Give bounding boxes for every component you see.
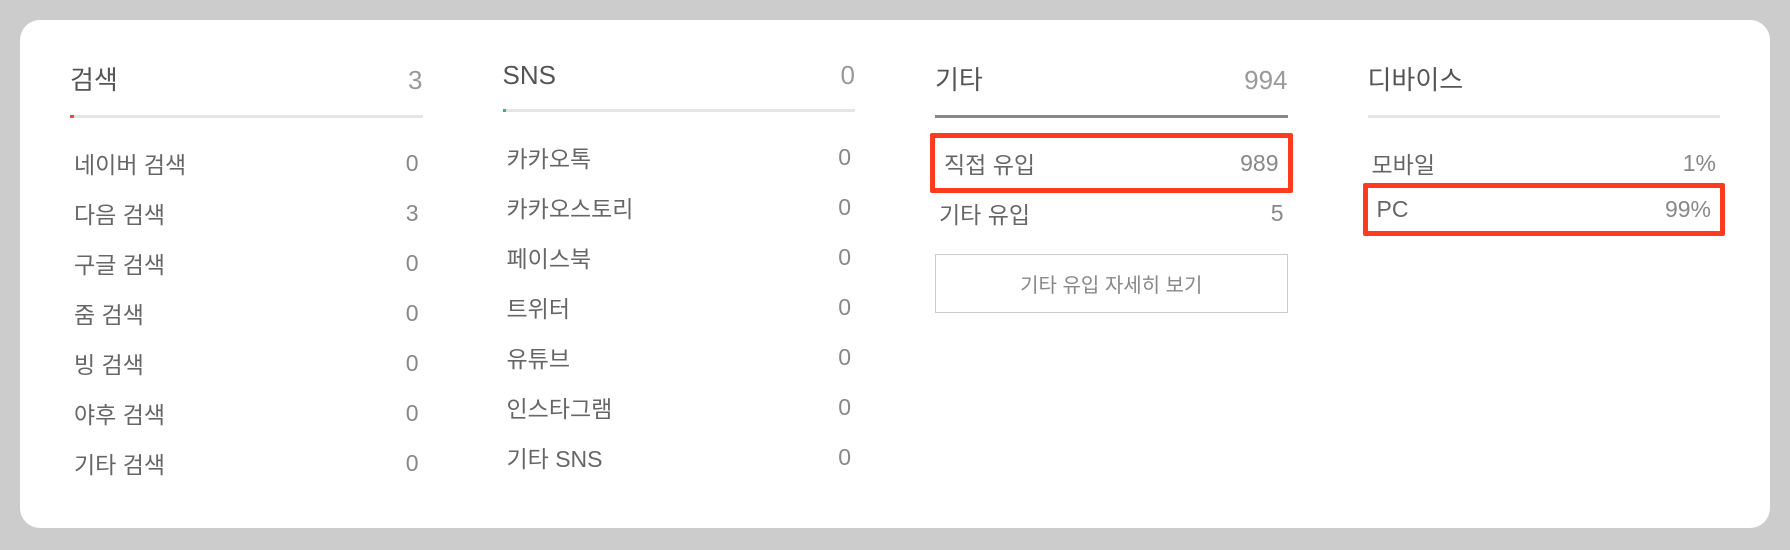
- search-bar-fill: [70, 115, 74, 118]
- list-item: 네이버 검색 0: [70, 138, 423, 188]
- row-value: 0: [406, 300, 419, 327]
- search-bar: [70, 115, 423, 118]
- etc-column: 기타 994 직접 유입 989 기타 유입 5 기타 유입 자세히 보기: [935, 60, 1288, 488]
- etc-total: 994: [1244, 65, 1287, 96]
- row-label: 카카오스토리: [507, 190, 634, 224]
- row-label: 유튜브: [507, 340, 570, 374]
- row-label: 기타 검색: [74, 446, 165, 480]
- sns-bar-fill: [503, 109, 507, 112]
- row-value: 99%: [1665, 196, 1711, 223]
- row-value: 0: [838, 444, 851, 471]
- search-title: 검색: [70, 60, 118, 97]
- device-title: 디바이스: [1368, 60, 1464, 97]
- list-item: 기타 검색 0: [70, 438, 423, 488]
- device-rows: 모바일 1% PC 99%: [1368, 138, 1721, 231]
- row-label: 구글 검색: [74, 246, 165, 280]
- row-value: 0: [838, 344, 851, 371]
- row-label: 기타 SNS: [507, 440, 603, 474]
- list-item: 페이스북 0: [503, 232, 856, 282]
- sns-total: 0: [841, 60, 855, 91]
- row-value: 0: [406, 150, 419, 177]
- row-label: PC: [1377, 196, 1409, 223]
- etc-header: 기타 994: [935, 60, 1288, 109]
- list-item: 기타 유입 5: [935, 188, 1288, 238]
- device-column: 디바이스 모바일 1% PC 99%: [1368, 60, 1721, 488]
- list-item: 카카오톡 0: [503, 132, 856, 182]
- list-item: 구글 검색 0: [70, 238, 423, 288]
- row-value: 0: [838, 144, 851, 171]
- list-item: 다음 검색 3: [70, 188, 423, 238]
- row-value: 0: [838, 244, 851, 271]
- row-label: 트위터: [507, 290, 570, 324]
- search-header: 검색 3: [70, 60, 423, 109]
- sns-column: SNS 0 카카오톡 0 카카오스토리 0 페이스북 0 트위터 0: [503, 60, 856, 488]
- row-value: 0: [838, 194, 851, 221]
- row-value: 0: [406, 350, 419, 377]
- list-item: 줌 검색 0: [70, 288, 423, 338]
- list-item-highlighted: 직접 유입 989: [930, 133, 1293, 193]
- device-bar: [1368, 115, 1721, 118]
- row-label: 직접 유입: [944, 146, 1035, 180]
- row-value: 989: [1240, 150, 1278, 177]
- list-item: 유튜브 0: [503, 332, 856, 382]
- list-item: 기타 SNS 0: [503, 432, 856, 482]
- row-label: 페이스북: [507, 240, 592, 274]
- row-label: 모바일: [1372, 146, 1435, 180]
- row-value: 0: [838, 294, 851, 321]
- list-item: 모바일 1%: [1368, 138, 1721, 188]
- row-label: 야후 검색: [74, 396, 165, 430]
- search-rows: 네이버 검색 0 다음 검색 3 구글 검색 0 줌 검색 0 빙 검색 0 야…: [70, 138, 423, 488]
- row-value: 0: [406, 250, 419, 277]
- row-value: 0: [406, 450, 419, 477]
- list-item: 트위터 0: [503, 282, 856, 332]
- row-value: 3: [406, 200, 419, 227]
- row-label: 다음 검색: [74, 196, 165, 230]
- etc-title: 기타: [935, 60, 983, 97]
- sns-header: SNS 0: [503, 60, 856, 103]
- row-value: 0: [838, 394, 851, 421]
- list-item: 야후 검색 0: [70, 388, 423, 438]
- etc-bar: [935, 115, 1288, 118]
- row-label: 빙 검색: [74, 346, 144, 380]
- row-value: 5: [1271, 200, 1284, 227]
- device-header: 디바이스: [1368, 60, 1721, 109]
- row-value: 1%: [1683, 150, 1716, 177]
- search-total: 3: [408, 65, 422, 96]
- list-item: 인스타그램 0: [503, 382, 856, 432]
- etc-bar-fill: [935, 115, 1288, 118]
- sns-bar: [503, 109, 856, 112]
- list-item-highlighted: PC 99%: [1363, 183, 1726, 236]
- row-label: 기타 유입: [939, 196, 1030, 230]
- etc-rows: 직접 유입 989 기타 유입 5: [935, 138, 1288, 238]
- search-column: 검색 3 네이버 검색 0 다음 검색 3 구글 검색 0 줌 검색 0: [70, 60, 423, 488]
- row-label: 네이버 검색: [74, 146, 186, 180]
- sns-title: SNS: [503, 60, 556, 91]
- list-item: 빙 검색 0: [70, 338, 423, 388]
- row-label: 줌 검색: [74, 296, 144, 330]
- row-label: 카카오톡: [507, 140, 592, 174]
- list-item: 카카오스토리 0: [503, 182, 856, 232]
- row-value: 0: [406, 400, 419, 427]
- row-label: 인스타그램: [507, 390, 613, 424]
- etc-detail-button[interactable]: 기타 유입 자세히 보기: [935, 254, 1288, 313]
- sns-rows: 카카오톡 0 카카오스토리 0 페이스북 0 트위터 0 유튜브 0 인스타그램…: [503, 132, 856, 482]
- stats-card: 검색 3 네이버 검색 0 다음 검색 3 구글 검색 0 줌 검색 0: [20, 20, 1770, 528]
